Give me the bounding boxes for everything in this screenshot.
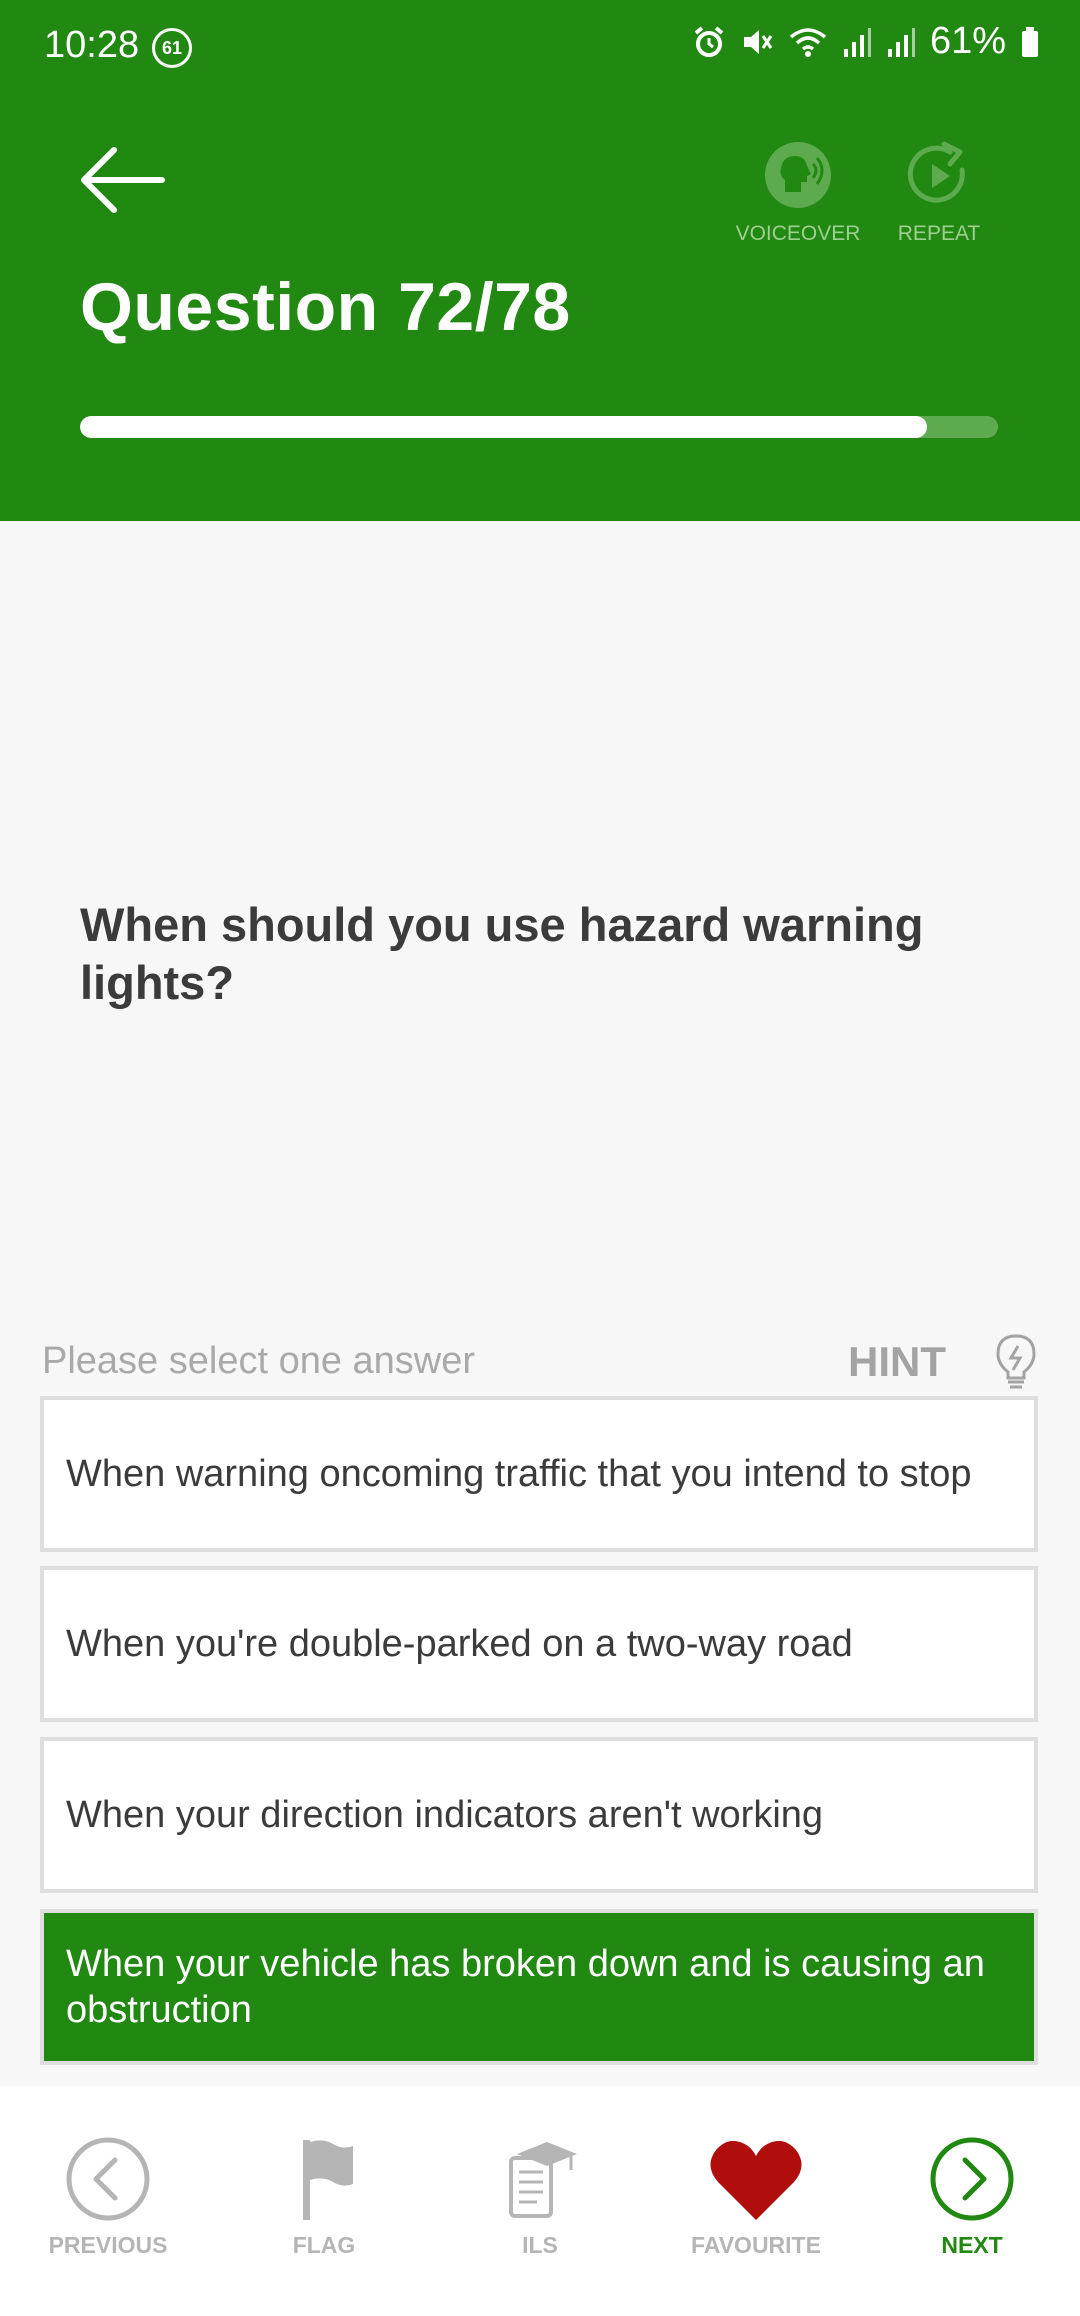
back-button[interactable] — [78, 140, 168, 220]
favourite-button[interactable]: FAVOURITE — [666, 2136, 846, 2259]
flag-button[interactable]: FLAG — [234, 2136, 414, 2259]
voiceover-icon — [765, 142, 831, 208]
battery-icon — [1022, 26, 1038, 57]
hint-label: HINT — [848, 1338, 946, 1385]
progress-fill — [80, 416, 928, 438]
status-icons: 61% — [692, 20, 1040, 63]
answer-prompt-row: Please select one answer HINT — [42, 1332, 1038, 1392]
flag-icon — [303, 2140, 353, 2220]
voiceover-button[interactable]: VOICEOVER — [733, 140, 863, 246]
previous-button[interactable]: PREVIOUS — [18, 2136, 198, 2259]
next-button[interactable]: NEXT — [882, 2136, 1062, 2259]
answer-option-text: When warning oncoming traffic that you i… — [66, 1453, 972, 1495]
lightbulb-icon — [996, 1334, 1036, 1389]
progress-bar — [80, 416, 998, 438]
status-bar: 10:28 61 61% — [0, 0, 1080, 92]
answer-option-4-selected[interactable]: When your vehicle has broken down and is… — [40, 1909, 1038, 2065]
ils-button[interactable]: ILS — [450, 2136, 630, 2259]
mute-icon — [743, 29, 773, 54]
chevron-right-circle-icon — [930, 2137, 1014, 2221]
alarm-icon — [694, 25, 724, 57]
signal-icon — [843, 27, 871, 57]
answer-option-3[interactable]: When your direction indicators aren't wo… — [40, 1737, 1038, 1893]
heart-icon — [710, 2140, 802, 2220]
hint-button[interactable]: HINT — [848, 1332, 1038, 1392]
repeat-play-icon — [907, 141, 965, 203]
bottom-navigation: PREVIOUS FLAG ILS FAVOURITE NEXT — [0, 2086, 1080, 2316]
answer-option-text: When your vehicle has broken down and is… — [66, 1943, 985, 2031]
back-arrow-icon — [81, 147, 165, 213]
notification-badge: 61 — [152, 28, 192, 68]
question-counter-title: Question 72/78 — [80, 269, 571, 345]
answer-option-2[interactable]: When you're double-parked on a two-way r… — [40, 1566, 1038, 1722]
answer-option-1[interactable]: When warning oncoming traffic that you i… — [40, 1396, 1038, 1552]
voiceover-label: VOICEOVER — [735, 222, 861, 245]
status-time: 10:28 — [44, 24, 140, 66]
chevron-left-circle-icon — [66, 2137, 150, 2221]
previous-label: PREVIOUS — [48, 2232, 168, 2258]
battery-percent: 61% — [929, 20, 1006, 62]
repeat-label: REPEAT — [897, 222, 981, 245]
app-header: 10:28 61 61% VOICEOVER REPEAT Question 7… — [0, 0, 1080, 521]
answer-option-text: When your direction indicators aren't wo… — [66, 1794, 824, 1836]
next-label: NEXT — [941, 2232, 1003, 2258]
select-answer-prompt: Please select one answer — [42, 1340, 476, 1382]
question-text: When should you use hazard warning light… — [80, 898, 924, 1009]
answer-option-text: When you're double-parked on a two-way r… — [66, 1623, 853, 1665]
flag-label: FLAG — [292, 2232, 356, 2258]
repeat-button[interactable]: REPEAT — [874, 140, 1004, 246]
signal-icon-2 — [887, 27, 915, 57]
ils-label: ILS — [522, 2232, 558, 2258]
wifi-icon — [789, 27, 827, 57]
favourite-label: FAVOURITE — [691, 2232, 821, 2258]
graduation-document-icon — [509, 2142, 577, 2218]
